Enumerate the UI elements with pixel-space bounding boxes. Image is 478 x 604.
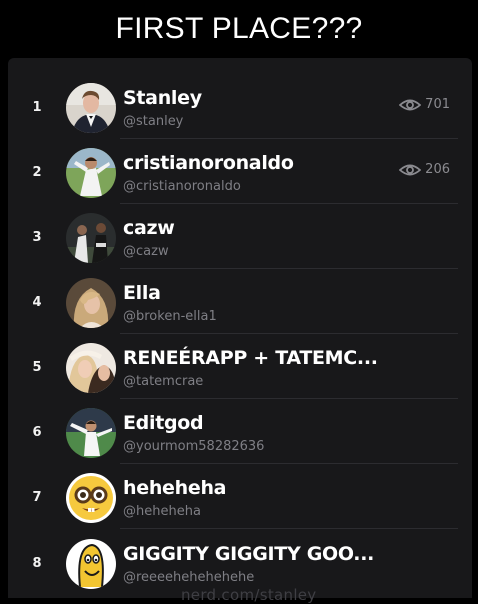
view-count-value: 701 [425, 97, 450, 112]
user-handle: @cristianoronaldo [123, 179, 241, 194]
leaderboard-row-3[interactable]: 3 cazw @cazw [8, 205, 472, 269]
leaderboard-row-4[interactable]: 4 Ella @broken-ella1 [8, 270, 472, 334]
leaderboard-row-7[interactable]: 7 heheheha @heheheha [8, 465, 472, 529]
caption-title: FIRST PLACE??? [115, 12, 363, 45]
row-divider [120, 333, 458, 334]
row-divider [120, 528, 458, 529]
user-name[interactable]: heheheha [123, 477, 226, 499]
row-divider [120, 463, 458, 464]
rank-number: 8 [32, 555, 42, 571]
row-divider [120, 398, 458, 399]
row-divider [120, 138, 458, 139]
leaderboard-row-1[interactable]: 1 Stanley @stanley 701 [8, 75, 472, 139]
rank-number: 6 [32, 424, 42, 440]
leaderboard-row-2[interactable]: 2 cristianoronaldo @cristianoronaldo 206 [8, 140, 472, 204]
rank-number: 2 [32, 164, 42, 180]
eye-icon [399, 99, 422, 110]
two-women-avatar[interactable] [66, 343, 116, 393]
leaderboard-panel: 1 Stanley @stanley 701 2 cristianoronald… [8, 58, 472, 604]
user-name[interactable]: Ella [123, 282, 161, 304]
rank-number: 3 [32, 229, 42, 245]
view-count: 701 [399, 97, 450, 112]
cartoon-character-avatar[interactable] [66, 539, 116, 589]
soccer-celebration-avatar[interactable] [66, 408, 116, 458]
rank-number: 5 [32, 359, 42, 375]
user-name[interactable]: cazw [123, 217, 175, 239]
players-avatar[interactable] [66, 213, 116, 263]
user-name[interactable]: Stanley [123, 87, 202, 109]
person-suit-avatar[interactable] [66, 83, 116, 133]
user-handle: @broken-ella1 [123, 309, 217, 324]
user-name[interactable]: GIGGITY GIGGITY GOO... [123, 543, 374, 565]
nerd-emoji-avatar[interactable] [66, 473, 116, 523]
rank-number: 1 [32, 99, 42, 115]
user-handle: @cazw [123, 244, 169, 259]
user-handle: @stanley [123, 114, 184, 129]
blonde-woman-avatar[interactable] [66, 278, 116, 328]
rank-number: 4 [32, 294, 42, 310]
rank-number: 7 [32, 489, 42, 505]
view-count: 206 [399, 162, 450, 177]
user-name[interactable]: cristianoronaldo [123, 152, 294, 174]
soccer-player-avatar[interactable] [66, 148, 116, 198]
row-divider [120, 203, 458, 204]
leaderboard-row-5[interactable]: 5 RENEÉRAPP + TATEMC... @tatemcrae [8, 335, 472, 399]
user-handle: @tatemcrae [123, 374, 204, 389]
watermark-text: nerd.com/stanley [181, 586, 317, 604]
row-divider [120, 268, 458, 269]
user-name[interactable]: RENEÉRAPP + TATEMC... [123, 347, 378, 369]
eye-icon [399, 164, 422, 175]
user-handle: @heheheha [123, 504, 201, 519]
leaderboard-row-6[interactable]: 6 Editgod @yourmom58282636 [8, 400, 472, 464]
view-count-value: 206 [425, 162, 450, 177]
user-name[interactable]: Editgod [123, 412, 204, 434]
user-handle: @yourmom58282636 [123, 439, 265, 454]
user-handle: @reeeehehehehehe [123, 570, 255, 585]
